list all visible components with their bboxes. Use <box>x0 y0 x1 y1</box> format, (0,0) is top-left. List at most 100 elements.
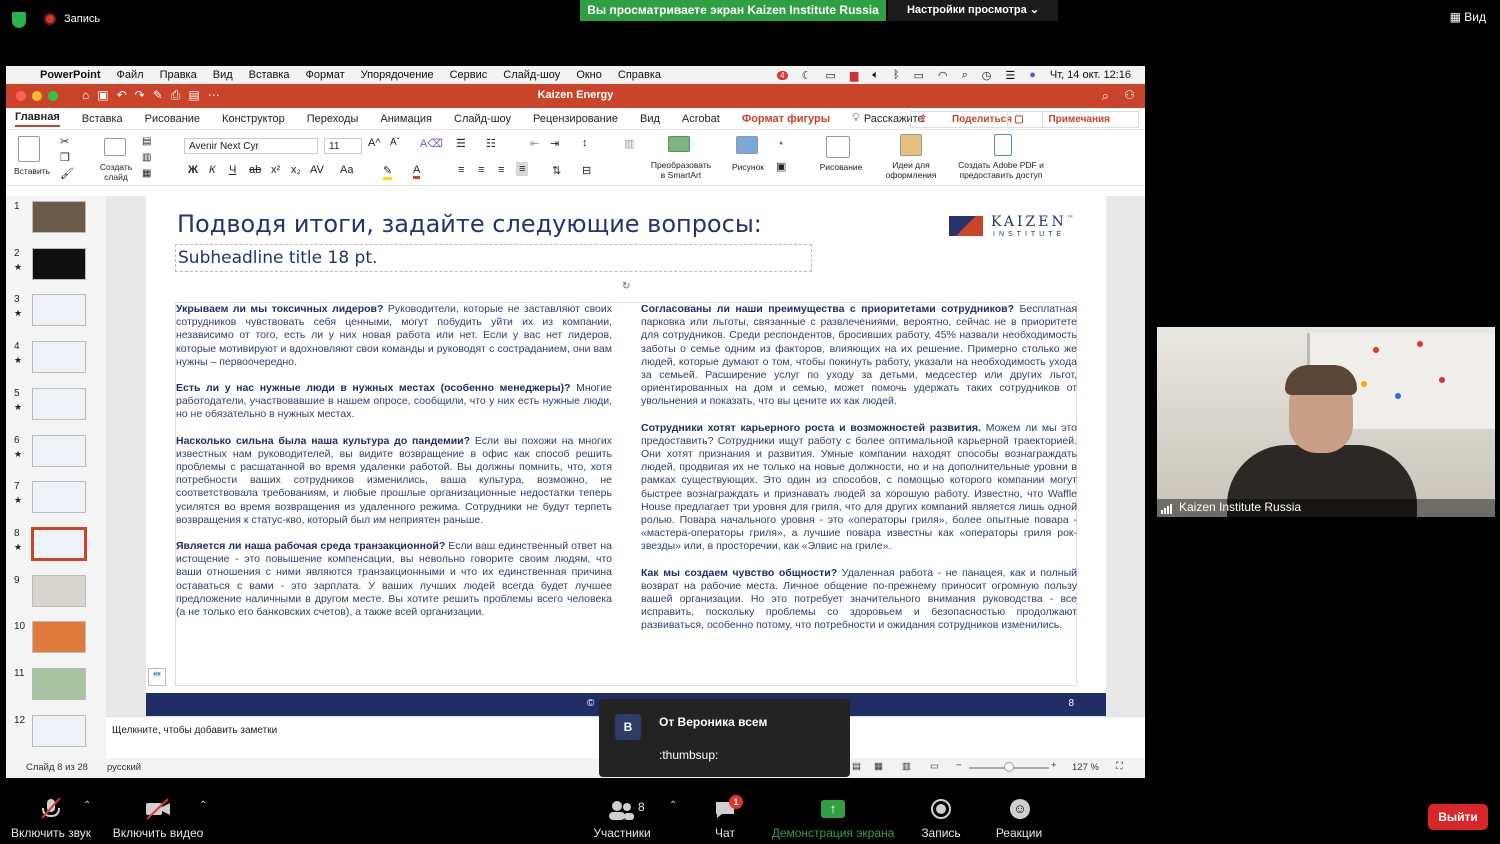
tab-animations[interactable]: Анимация <box>380 113 432 125</box>
align-text-icon[interactable]: ⊟ <box>582 164 591 177</box>
align-left-icon[interactable]: ≡ <box>458 164 464 176</box>
reading-view-icon[interactable]: ▥ <box>902 761 911 772</box>
format-painter-icon[interactable]: 🖌︎ <box>60 167 74 180</box>
paragraph[interactable]: Насколько сильна была наша культура до п… <box>176 435 612 527</box>
menu-item[interactable]: Сервис <box>450 69 488 81</box>
menu-item[interactable]: Вставка <box>249 69 290 81</box>
zoom-slider-thumb[interactable] <box>1004 762 1014 772</box>
slide-thumbnail[interactable] <box>32 574 86 607</box>
zoom-in-icon[interactable]: + <box>1051 760 1057 771</box>
participants-button[interactable]: 8 Участники <box>590 778 654 844</box>
smartart-icon[interactable] <box>668 136 690 152</box>
line-spacing-icon[interactable]: ↕ <box>582 137 588 149</box>
view-button[interactable]: ▦ Вид <box>1450 10 1486 24</box>
copy-icon[interactable]: ❐ <box>60 151 70 164</box>
shapes-icon[interactable]: ◔ <box>776 136 784 151</box>
left-column[interactable]: Укрываем ли мы токсичных лидеров? Руково… <box>176 303 612 632</box>
align-center-icon[interactable]: ≡ <box>478 164 484 176</box>
paste-icon[interactable] <box>18 136 40 162</box>
view-settings-button[interactable]: Настройки просмотра ⌄ <box>888 0 1058 21</box>
leave-button[interactable]: Выйти <box>1428 804 1488 830</box>
zoom-level[interactable]: 127 % <box>1072 762 1099 773</box>
smartart-button-label[interactable]: Преобразовать в SmartArt <box>646 160 716 180</box>
menu-item[interactable]: Правка <box>160 69 197 81</box>
align-right-icon[interactable]: ≡ <box>498 164 504 176</box>
underline-button[interactable]: Ч <box>229 164 236 176</box>
font-shrink-icon[interactable]: Aˇ <box>390 137 400 148</box>
tab-shape-format[interactable]: Формат фигуры <box>742 113 830 125</box>
tab-slideshow[interactable]: Слайд-шоу <box>454 113 511 125</box>
change-case-button[interactable]: Aa <box>340 164 353 176</box>
paste-button-label[interactable]: Вставить <box>12 166 52 176</box>
new-slide-icon[interactable] <box>104 138 126 156</box>
record-button[interactable]: Запись <box>916 778 966 844</box>
section-icon[interactable]: ▦ <box>142 168 151 179</box>
slide-thumbnail[interactable] <box>32 387 86 420</box>
tab-draw[interactable]: Рисование <box>145 113 200 125</box>
normal-view-icon[interactable]: ▤ <box>852 761 861 772</box>
slide-thumbnail[interactable] <box>32 247 86 280</box>
menu-item[interactable]: Формат <box>306 69 345 81</box>
participant-video[interactable]: Kaizen Institute Russia <box>1157 327 1495 517</box>
rotate-handle-icon[interactable]: ↻ <box>622 281 630 292</box>
slide-thumbnail[interactable] <box>32 201 86 233</box>
subscript-button[interactable]: x₂ <box>291 164 301 176</box>
shield-icon[interactable] <box>12 12 26 28</box>
slide-thumbnail[interactable] <box>32 668 86 700</box>
tab-home[interactable]: Главная <box>15 111 60 127</box>
cut-icon[interactable]: ✂ <box>60 135 69 148</box>
highlight-color-button[interactable]: ✎ <box>383 164 393 180</box>
strikethrough-button[interactable]: ab <box>249 164 261 176</box>
clock-icon[interactable]: ◷ <box>982 69 992 82</box>
font-color-button[interactable]: A <box>413 164 421 179</box>
slide-sorter-icon[interactable]: ▦ <box>874 761 883 772</box>
slide-thumbnail[interactable] <box>32 481 86 514</box>
comments-button[interactable]: ▢ Примечания <box>1007 111 1139 128</box>
audio-options-chevron[interactable]: ⌃ <box>83 800 91 811</box>
adobe-pdf-icon[interactable] <box>994 134 1012 156</box>
menu-item[interactable]: Слайд-шоу <box>503 69 560 81</box>
search-icon[interactable]: ⌕ <box>962 69 968 82</box>
reset-icon[interactable]: ▥ <box>142 152 151 163</box>
paragraph[interactable]: Укрываем ли мы токсичных лидеров? Руково… <box>176 303 612 369</box>
adobe-pdf-button-label[interactable]: Создать Adobe PDF и предоставить доступ <box>950 160 1052 180</box>
wifi-icon[interactable]: ◠ <box>938 69 948 82</box>
search-icon[interactable]: ⌕ <box>1102 88 1109 104</box>
justify-icon[interactable]: ≡ <box>516 162 529 176</box>
bluetooth-icon[interactable]: ᛒ <box>893 69 900 81</box>
picture-button-label[interactable]: Рисунок <box>730 162 766 172</box>
fit-to-window-icon[interactable]: ⛶ <box>1116 761 1123 772</box>
video-options-chevron[interactable]: ⌃ <box>199 800 207 811</box>
zoom-out-icon[interactable]: − <box>956 760 962 771</box>
design-ideas-icon[interactable] <box>900 134 922 156</box>
volume-icon[interactable]: 🔈︎ <box>872 69 879 82</box>
language-indicator[interactable]: русский <box>107 762 141 773</box>
control-center-icon[interactable]: ☰ <box>1005 69 1015 82</box>
picture-icon[interactable] <box>736 136 758 154</box>
slide-thumbnail[interactable] <box>32 621 86 654</box>
layout-options-icon[interactable]: ⇹ <box>148 668 166 686</box>
paragraph[interactable]: Сотрудники хотят карьерного роста и возм… <box>641 422 1077 554</box>
design-ideas-button-label[interactable]: Идеи для оформления <box>882 160 940 180</box>
tab-acrobat[interactable]: Acrobat <box>682 113 720 125</box>
slide-thumbnail[interactable] <box>32 341 86 374</box>
textbox-icon[interactable]: ▣ <box>776 160 786 173</box>
slide-thumbnail[interactable] <box>32 434 86 467</box>
slide-thumbnail[interactable] <box>32 714 86 747</box>
siri-icon[interactable]: ● <box>1029 69 1036 81</box>
chat-button[interactable]: 1 Чат <box>705 778 745 844</box>
bold-button[interactable]: Ж <box>188 164 198 176</box>
share-people-icon[interactable]: ⚇ <box>1124 88 1135 102</box>
chat-notification[interactable]: В От Вероника всем :thumbsup: <box>599 699 850 777</box>
paragraph[interactable]: Есть ли у нас нужные люди в нужных места… <box>176 382 612 422</box>
flag-icon[interactable]: ▆ <box>850 69 858 82</box>
body-text-frame[interactable]: Укрываем ли мы токсичных лидеров? Руково… <box>175 281 1077 686</box>
layout-icon[interactable]: ▤ <box>142 136 151 147</box>
italic-button[interactable]: К <box>209 164 215 176</box>
slide-thumbnail[interactable] <box>31 526 87 561</box>
font-grow-icon[interactable]: A^ <box>368 137 381 149</box>
tab-insert[interactable]: Вставка <box>82 113 123 125</box>
tab-design[interactable]: Конструктор <box>222 113 285 125</box>
moon-icon[interactable]: ☾ <box>802 69 812 82</box>
right-column[interactable]: Согласованы ли наши преимущества с приор… <box>641 303 1077 646</box>
